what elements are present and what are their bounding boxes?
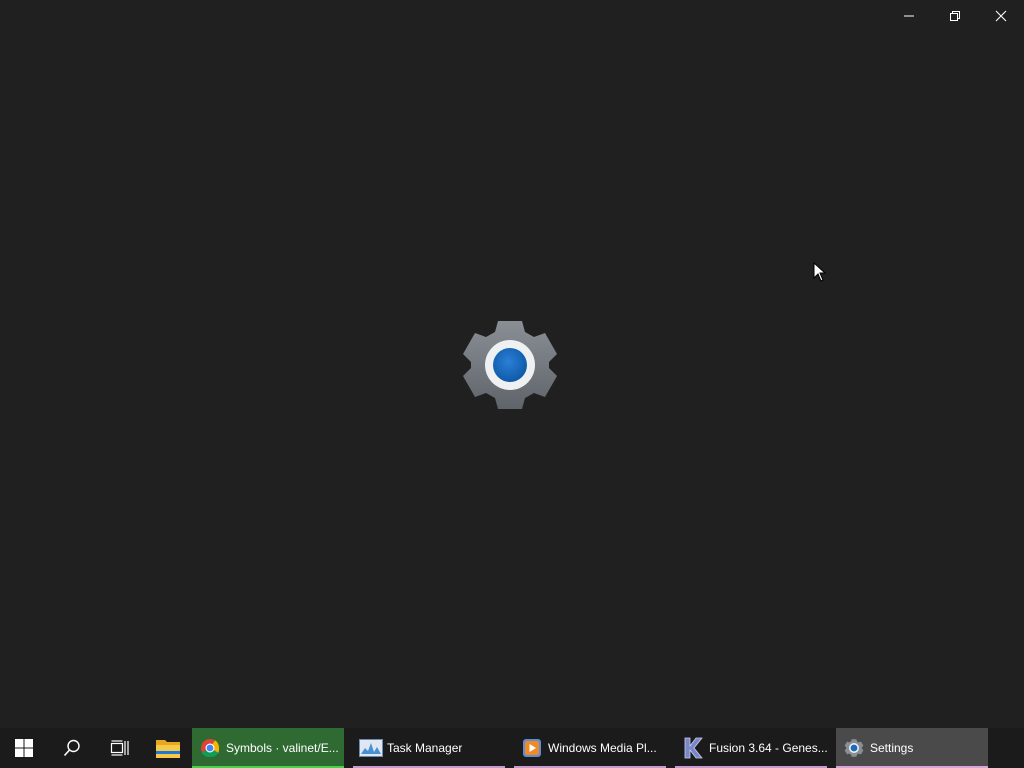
settings-gear-icon <box>463 321 557 409</box>
search-button[interactable] <box>48 728 96 768</box>
restore-icon <box>950 11 960 21</box>
taskbar-app-kega-fusion[interactable]: Fusion 3.64 - Genes... <box>675 728 827 768</box>
window-caption-buttons <box>886 0 1024 32</box>
taskbar-app-label: Fusion 3.64 - Genes... <box>709 741 827 755</box>
taskbar-app-label: Windows Media Pl... <box>548 741 657 755</box>
file-explorer-button[interactable] <box>144 728 192 768</box>
minimize-button[interactable] <box>886 0 932 32</box>
taskbar-app-settings[interactable]: Settings <box>836 728 988 768</box>
mouse-cursor-icon <box>813 262 827 282</box>
close-button[interactable] <box>978 0 1024 32</box>
file-explorer-icon <box>156 740 180 758</box>
windows-start-icon <box>15 739 33 757</box>
minimize-icon <box>904 15 914 17</box>
chrome-icon <box>198 736 222 760</box>
settings-window <box>0 0 1024 728</box>
search-icon <box>63 739 80 757</box>
start-button[interactable] <box>0 728 48 768</box>
settings-icon <box>842 736 866 760</box>
taskbar-app-chrome[interactable]: Symbols · valinet/E... <box>192 728 344 768</box>
taskbar-app-windows-media-player[interactable]: Windows Media Pl... <box>514 728 666 768</box>
close-icon <box>995 10 1007 22</box>
taskbar: Symbols · valinet/E... Task Manager Wind… <box>0 728 1024 768</box>
taskbar-app-label: Settings <box>870 741 914 755</box>
kega-fusion-icon <box>681 736 705 760</box>
task-view-button[interactable] <box>96 728 144 768</box>
windows-media-player-icon <box>520 736 544 760</box>
task-manager-icon <box>359 736 383 760</box>
task-view-icon <box>110 740 129 756</box>
restore-button[interactable] <box>932 0 978 32</box>
taskbar-app-task-manager[interactable]: Task Manager <box>353 728 505 768</box>
taskbar-app-label: Symbols · valinet/E... <box>226 741 339 755</box>
taskbar-app-label: Task Manager <box>387 741 463 755</box>
